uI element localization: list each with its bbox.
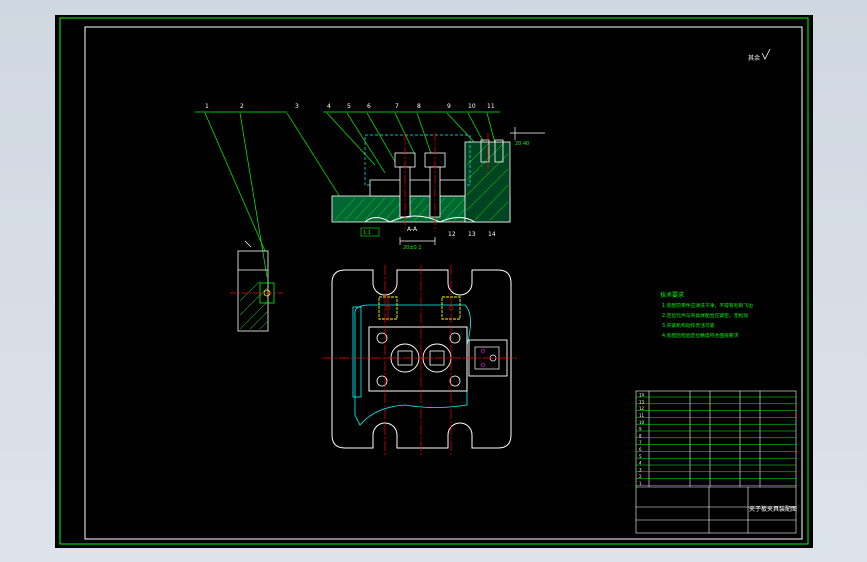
part-number-5: 5 (347, 103, 351, 110)
plan-view (323, 265, 517, 455)
roughness-note: 其余 (748, 54, 760, 62)
part-number-12: 12 (448, 231, 456, 238)
part-number-3: 3 (295, 103, 299, 110)
assembly-drawing: 其余 1 2 3 4 5 6 7 8 9 10 1112 13 14 20 40… (59, 17, 809, 545)
parts-list-number: 10 (639, 420, 645, 425)
parts-list-number: 12 (639, 406, 645, 411)
title-block-name: 夹子板夹具装配图 (749, 505, 797, 513)
part-number-13: 13 (468, 231, 476, 238)
tech-req-line: 2.定位元件与夹具体配合应紧密，无松动 (662, 312, 748, 319)
dimension-label: 20±0.1 (403, 245, 422, 251)
drawing-sheet[interactable]: 其余 1 2 3 4 5 6 7 8 9 10 11 12 13 14 20 4… (55, 15, 813, 548)
part-number-7: 7 (395, 103, 399, 110)
part-number-11: 11 (487, 103, 495, 110)
side-section-view (230, 240, 283, 332)
roughness-symbol-icon (761, 48, 771, 60)
parts-list-number: 13 (639, 399, 645, 404)
part-number-1: 1 (205, 103, 209, 110)
front-section-view: 20 40 1:1 A-A 20±0.1 (331, 127, 545, 251)
part-number-14: 14 (488, 231, 496, 238)
technical-requirements: 技术要求 1.装配前零件应清洗干净，不得有毛刺飞边 2.定位元件与夹具体配合应紧密… (660, 291, 753, 339)
part-number-8: 8 (417, 103, 421, 110)
tech-req-line: 4.装配后检验定位精度符合图纸要求 (662, 332, 739, 339)
tech-req-line: 1.装配前零件应清洗干净，不得有毛刺飞边 (662, 302, 753, 309)
section-label: A-A (407, 226, 418, 233)
tech-req-line: 3.夹紧机构动作灵活可靠 (662, 322, 715, 329)
parts-list-number: 14 (639, 393, 645, 398)
parts-list-number: 11 (639, 413, 645, 418)
tech-req-heading: 技术要求 (660, 291, 684, 299)
cad-viewport[interactable]: 其余 1 2 3 4 5 6 7 8 9 10 11 12 13 14 20 4… (0, 0, 867, 562)
part-number-10: 10 (468, 103, 476, 110)
part-number-6: 6 (367, 103, 371, 110)
part-number-2: 2 (240, 103, 244, 110)
part-number-4: 4 (327, 103, 331, 110)
svg-text:1:1: 1:1 (363, 230, 371, 236)
parts-list-rows (636, 396, 796, 486)
inner-frame (84, 26, 803, 540)
svg-text:20 40: 20 40 (515, 141, 529, 147)
part-number-9: 9 (447, 103, 451, 110)
